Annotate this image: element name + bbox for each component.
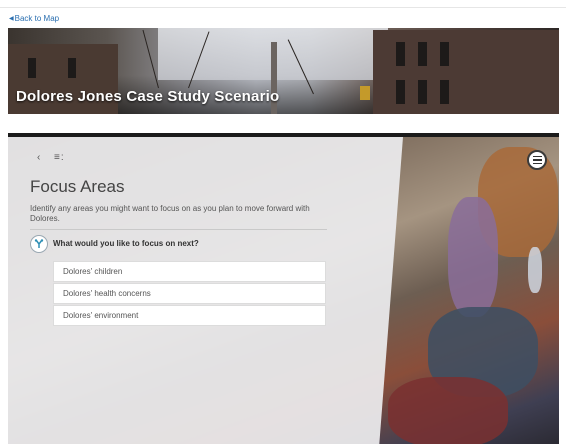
scene-bottle: [528, 247, 542, 293]
focus-areas-panel: ‹ ≡: Focus Areas Identify any areas you …: [8, 137, 403, 444]
header-banner: Dolores Jones Case Study Scenario: [8, 28, 559, 114]
triangle-left-icon: ◀: [9, 16, 14, 22]
focus-question: What would you like to focus on next?: [53, 239, 199, 248]
page-title: Dolores Jones Case Study Scenario: [16, 88, 280, 105]
banner-tree: [142, 29, 159, 89]
banner-window: [28, 58, 36, 78]
banner-window: [418, 80, 427, 104]
banner-window: [418, 42, 427, 66]
back-to-map-label: Back to Map: [14, 14, 60, 23]
hamburger-icon[interactable]: [527, 150, 547, 170]
back-to-map-link[interactable]: ◀ Back to Map: [9, 14, 59, 23]
option-health-concerns[interactable]: Dolores' health concerns: [53, 283, 326, 304]
banner-window: [440, 80, 449, 104]
banner-window: [440, 42, 449, 66]
option-environment[interactable]: Dolores' environment: [53, 305, 326, 326]
top-bar: [0, 0, 566, 8]
options-list: Dolores' children Dolores' health concer…: [53, 261, 326, 327]
banner-sign: [360, 86, 370, 100]
banner-window: [68, 58, 76, 78]
scene-curtain: [448, 197, 498, 317]
divider: [30, 229, 327, 230]
banner-window: [396, 42, 405, 66]
scenario-scene: ‹ ≡: Focus Areas Identify any areas you …: [8, 133, 559, 444]
option-children[interactable]: Dolores' children: [53, 261, 326, 282]
list-menu-icon[interactable]: ≡:: [54, 152, 65, 163]
panel-heading: Focus Areas: [30, 177, 125, 196]
chevron-left-icon[interactable]: ‹: [37, 152, 40, 163]
banner-window: [396, 80, 405, 104]
panel-description: Identify any areas you might want to foc…: [30, 204, 310, 223]
branch-icon: [30, 235, 48, 253]
scene-clutter: [388, 377, 508, 444]
